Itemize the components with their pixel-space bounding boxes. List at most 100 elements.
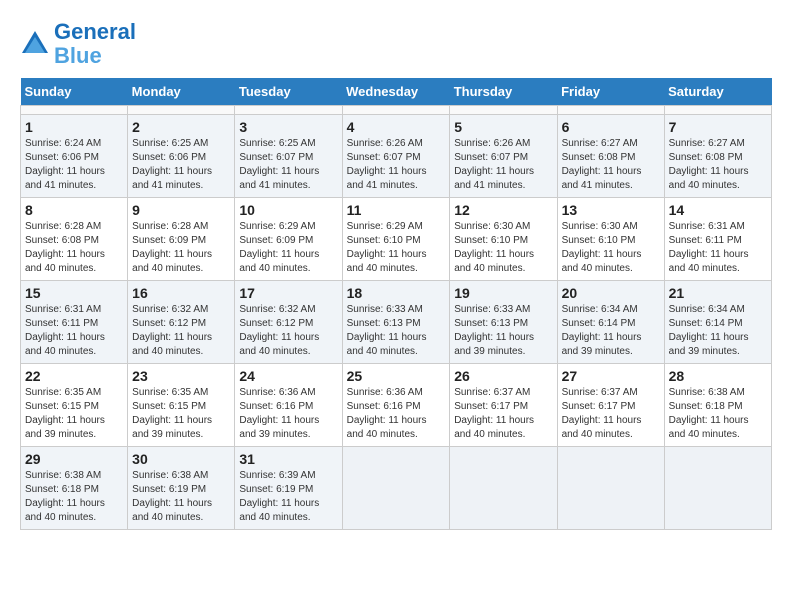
calendar-day-cell: 12 Sunrise: 6:30 AMSunset: 6:10 PMDayligh…: [450, 198, 557, 281]
day-info: Sunrise: 6:25 AMSunset: 6:07 PMDaylight:…: [239, 137, 337, 193]
calendar-day-cell: 17 Sunrise: 6:32 AMSunset: 6:12 PMDayligh…: [235, 281, 342, 364]
calendar-day-cell: 30 Sunrise: 6:38 AMSunset: 6:19 PMDayligh…: [128, 447, 235, 530]
calendar-day-cell: 11Sunrise: 6:29 AMSunset: 6:10 PMDayligh…: [342, 198, 450, 281]
calendar-day-cell: 7 Sunrise: 6:27 AMSunset: 6:08 PMDaylight…: [664, 115, 771, 198]
calendar-week-row: [21, 106, 772, 115]
calendar-day-cell: 18 Sunrise: 6:33 AMSunset: 6:13 PMDayligh…: [342, 281, 450, 364]
day-number: 26: [454, 368, 552, 384]
calendar-day-cell: 16 Sunrise: 6:32 AMSunset: 6:12 PMDayligh…: [128, 281, 235, 364]
calendar-week-row: 1 Sunrise: 6:24 AMSunset: 6:06 PMDaylight…: [21, 115, 772, 198]
day-number: 11: [347, 202, 446, 218]
day-number: 5: [454, 119, 552, 135]
calendar-day-cell: 28 Sunrise: 6:38 AMSunset: 6:18 PMDayligh…: [664, 364, 771, 447]
calendar-table: SundayMondayTuesdayWednesdayThursdayFrid…: [20, 78, 772, 530]
day-number: 6: [562, 119, 660, 135]
day-info: Sunrise: 6:27 AMSunset: 6:08 PMDaylight:…: [669, 137, 767, 193]
day-info: Sunrise: 6:33 AMSunset: 6:13 PMDaylight:…: [454, 303, 552, 359]
day-info: Sunrise: 6:38 AMSunset: 6:18 PMDaylight:…: [669, 386, 767, 442]
calendar-day-cell: [342, 447, 450, 530]
logo-icon: [20, 29, 50, 59]
day-number: 24: [239, 368, 337, 384]
calendar-day-cell: [450, 106, 557, 115]
calendar-day-cell: [557, 106, 664, 115]
calendar-day-cell: 22 Sunrise: 6:35 AMSunset: 6:15 PMDayligh…: [21, 364, 128, 447]
calendar-header-row: SundayMondayTuesdayWednesdayThursdayFrid…: [21, 78, 772, 106]
day-number: 15: [25, 285, 123, 301]
day-info: Sunrise: 6:24 AMSunset: 6:06 PMDaylight:…: [25, 137, 123, 193]
calendar-week-row: 8 Sunrise: 6:28 AMSunset: 6:08 PMDaylight…: [21, 198, 772, 281]
day-of-week-header: Tuesday: [235, 78, 342, 106]
calendar-day-cell: 25Sunrise: 6:36 AMSunset: 6:16 PMDayligh…: [342, 364, 450, 447]
calendar-day-cell: 10Sunrise: 6:29 AMSunset: 6:09 PMDayligh…: [235, 198, 342, 281]
day-number: 14: [669, 202, 767, 218]
day-number: 4: [347, 119, 446, 135]
calendar-day-cell: 13Sunrise: 6:30 AMSunset: 6:10 PMDayligh…: [557, 198, 664, 281]
day-number: 22: [25, 368, 123, 384]
day-info: Sunrise: 6:35 AMSunset: 6:15 PMDaylight:…: [132, 386, 230, 442]
day-info: Sunrise: 6:36 AMSunset: 6:16 PMDaylight:…: [239, 386, 337, 442]
calendar-week-row: 15 Sunrise: 6:31 AMSunset: 6:11 PMDayligh…: [21, 281, 772, 364]
day-number: 20: [562, 285, 660, 301]
day-number: 1: [25, 119, 123, 135]
day-number: 16: [132, 285, 230, 301]
day-number: 17: [239, 285, 337, 301]
day-info: Sunrise: 6:35 AMSunset: 6:15 PMDaylight:…: [25, 386, 123, 442]
calendar-day-cell: [664, 106, 771, 115]
calendar-day-cell: 23 Sunrise: 6:35 AMSunset: 6:15 PMDayligh…: [128, 364, 235, 447]
day-info: Sunrise: 6:31 AMSunset: 6:11 PMDaylight:…: [669, 220, 767, 276]
calendar-day-cell: 1 Sunrise: 6:24 AMSunset: 6:06 PMDaylight…: [21, 115, 128, 198]
day-info: Sunrise: 6:25 AMSunset: 6:06 PMDaylight:…: [132, 137, 230, 193]
day-number: 9: [132, 202, 230, 218]
day-info: Sunrise: 6:37 AMSunset: 6:17 PMDaylight:…: [562, 386, 660, 442]
calendar-day-cell: 2Sunrise: 6:25 AMSunset: 6:06 PMDaylight…: [128, 115, 235, 198]
day-of-week-header: Saturday: [664, 78, 771, 106]
calendar-day-cell: 31Sunrise: 6:39 AMSunset: 6:19 PMDayligh…: [235, 447, 342, 530]
calendar-day-cell: [128, 106, 235, 115]
day-number: 19: [454, 285, 552, 301]
calendar-day-cell: 6 Sunrise: 6:27 AMSunset: 6:08 PMDaylight…: [557, 115, 664, 198]
day-of-week-header: Monday: [128, 78, 235, 106]
calendar-day-cell: [450, 447, 557, 530]
day-info: Sunrise: 6:30 AMSunset: 6:10 PMDaylight:…: [562, 220, 660, 276]
day-number: 28: [669, 368, 767, 384]
day-info: Sunrise: 6:26 AMSunset: 6:07 PMDaylight:…: [454, 137, 552, 193]
day-info: Sunrise: 6:34 AMSunset: 6:14 PMDaylight:…: [669, 303, 767, 359]
calendar-week-row: 22 Sunrise: 6:35 AMSunset: 6:15 PMDayligh…: [21, 364, 772, 447]
day-number: 12: [454, 202, 552, 218]
calendar-day-cell: 14 Sunrise: 6:31 AMSunset: 6:11 PMDayligh…: [664, 198, 771, 281]
calendar-day-cell: 29Sunrise: 6:38 AMSunset: 6:18 PMDayligh…: [21, 447, 128, 530]
day-info: Sunrise: 6:37 AMSunset: 6:17 PMDaylight:…: [454, 386, 552, 442]
day-number: 30: [132, 451, 230, 467]
day-info: Sunrise: 6:31 AMSunset: 6:11 PMDaylight:…: [25, 303, 123, 359]
day-info: Sunrise: 6:32 AMSunset: 6:12 PMDaylight:…: [132, 303, 230, 359]
calendar-day-cell: [342, 106, 450, 115]
day-of-week-header: Friday: [557, 78, 664, 106]
calendar-day-cell: 27 Sunrise: 6:37 AMSunset: 6:17 PMDayligh…: [557, 364, 664, 447]
day-number: 27: [562, 368, 660, 384]
day-number: 7: [669, 119, 767, 135]
day-info: Sunrise: 6:30 AMSunset: 6:10 PMDaylight:…: [454, 220, 552, 276]
day-info: Sunrise: 6:39 AMSunset: 6:19 PMDaylight:…: [239, 469, 337, 525]
day-info: Sunrise: 6:33 AMSunset: 6:13 PMDaylight:…: [347, 303, 446, 359]
calendar-day-cell: 21 Sunrise: 6:34 AMSunset: 6:14 PMDayligh…: [664, 281, 771, 364]
day-number: 8: [25, 202, 123, 218]
day-info: Sunrise: 6:38 AMSunset: 6:19 PMDaylight:…: [132, 469, 230, 525]
day-number: 3: [239, 119, 337, 135]
calendar-day-cell: 4 Sunrise: 6:26 AMSunset: 6:07 PMDaylight…: [342, 115, 450, 198]
day-number: 18: [347, 285, 446, 301]
calendar-day-cell: 19 Sunrise: 6:33 AMSunset: 6:13 PMDayligh…: [450, 281, 557, 364]
day-number: 23: [132, 368, 230, 384]
day-of-week-header: Wednesday: [342, 78, 450, 106]
calendar-day-cell: [21, 106, 128, 115]
day-info: Sunrise: 6:32 AMSunset: 6:12 PMDaylight:…: [239, 303, 337, 359]
day-number: 21: [669, 285, 767, 301]
calendar-day-cell: [235, 106, 342, 115]
calendar-day-cell: 24 Sunrise: 6:36 AMSunset: 6:16 PMDayligh…: [235, 364, 342, 447]
calendar-day-cell: 26 Sunrise: 6:37 AMSunset: 6:17 PMDayligh…: [450, 364, 557, 447]
day-info: Sunrise: 6:28 AMSunset: 6:09 PMDaylight:…: [132, 220, 230, 276]
calendar-week-row: 29Sunrise: 6:38 AMSunset: 6:18 PMDayligh…: [21, 447, 772, 530]
day-info: Sunrise: 6:28 AMSunset: 6:08 PMDaylight:…: [25, 220, 123, 276]
day-info: Sunrise: 6:27 AMSunset: 6:08 PMDaylight:…: [562, 137, 660, 193]
day-of-week-header: Thursday: [450, 78, 557, 106]
day-info: Sunrise: 6:26 AMSunset: 6:07 PMDaylight:…: [347, 137, 446, 193]
